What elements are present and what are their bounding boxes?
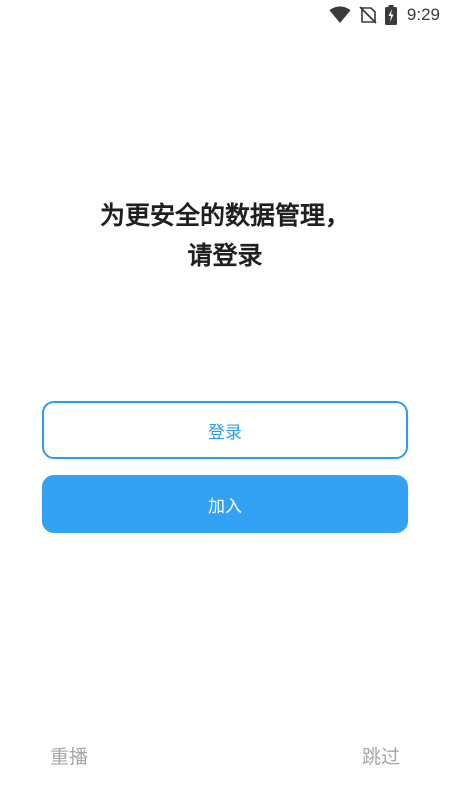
login-button[interactable]: 登录 bbox=[42, 401, 408, 459]
status-icons: 9:29 bbox=[329, 4, 440, 26]
headline: 为更安全的数据管理， 请登录 bbox=[0, 196, 450, 276]
status-bar: 9:29 bbox=[0, 0, 450, 32]
skip-button[interactable]: 跳过 bbox=[362, 742, 400, 769]
battery-charging-icon bbox=[384, 5, 397, 25]
headline-line-2: 请登录 bbox=[187, 241, 263, 270]
wifi-icon bbox=[329, 6, 351, 24]
status-time: 9:29 bbox=[406, 5, 440, 24]
replay-button[interactable]: 重播 bbox=[50, 742, 88, 769]
no-sim-icon bbox=[359, 6, 377, 24]
join-button[interactable]: 加入 bbox=[42, 475, 408, 533]
headline-line-1: 为更安全的数据管理， bbox=[99, 201, 350, 230]
